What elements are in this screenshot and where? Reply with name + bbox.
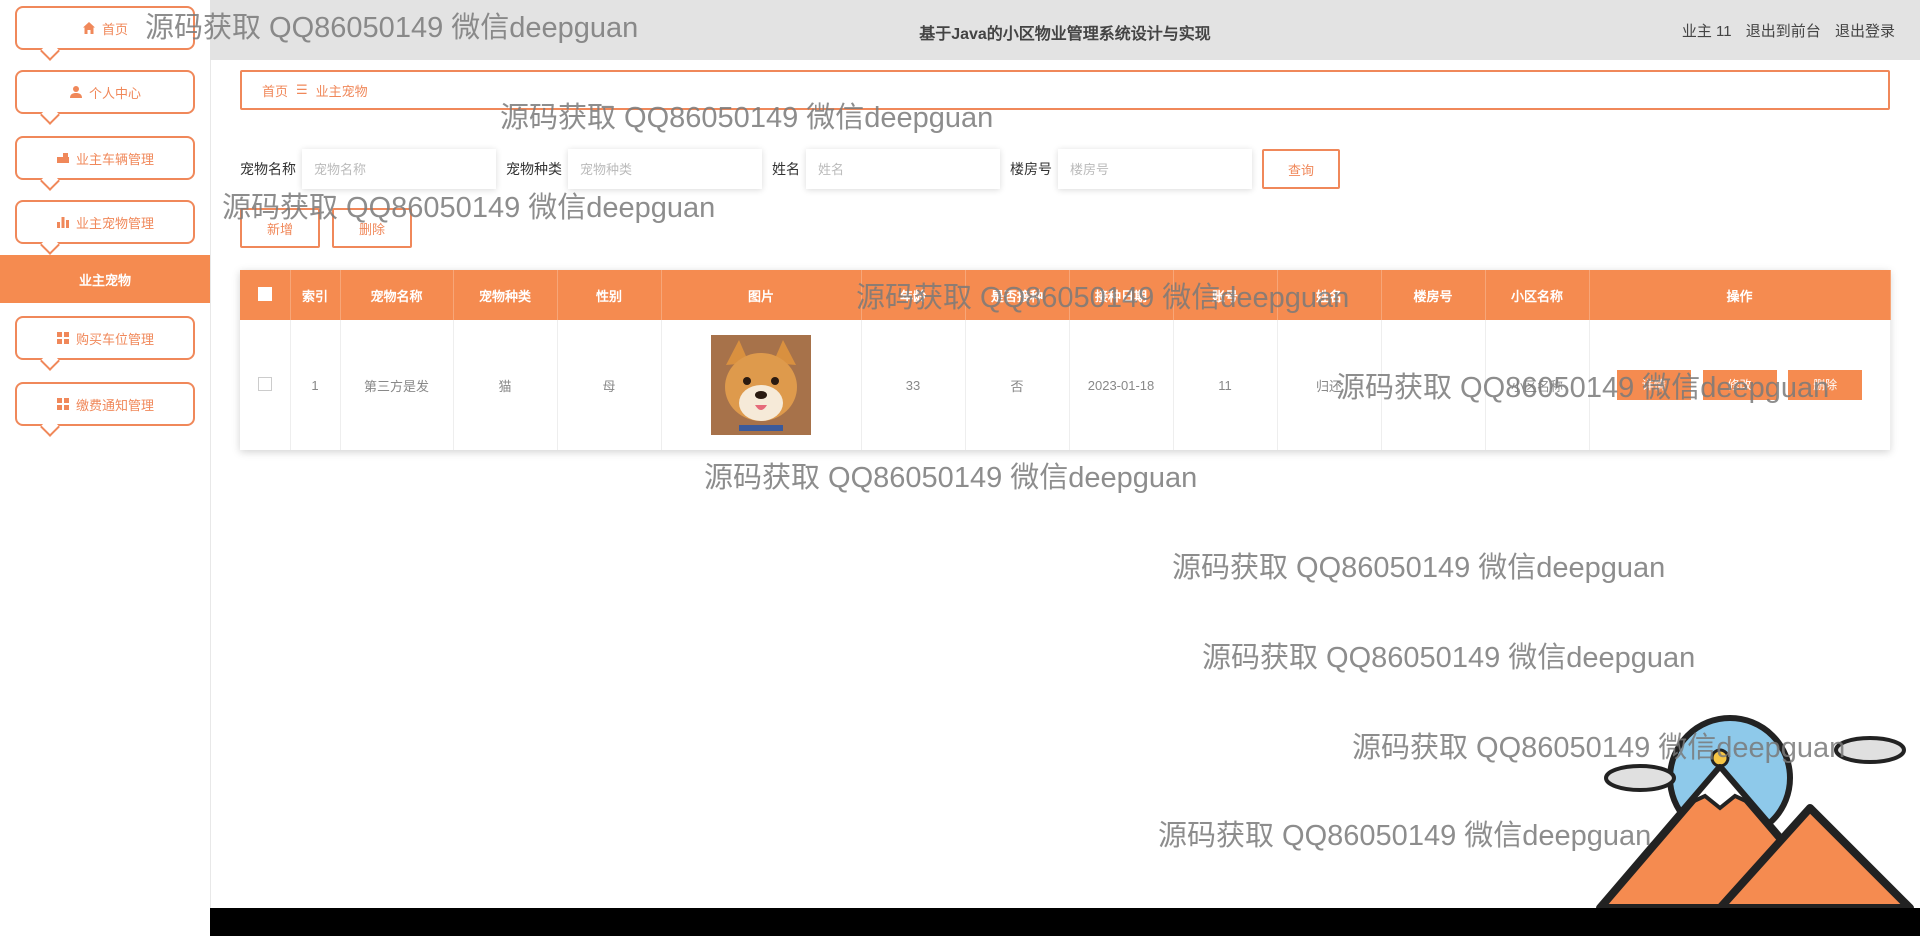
column-header: 操作 — [1589, 270, 1891, 320]
cell-building — [1381, 320, 1486, 450]
sidebar-subitem-pet[interactable]: 业主宠物 — [0, 255, 210, 303]
grid-icon — [56, 397, 70, 411]
cell-community: 小区名称 — [1485, 320, 1590, 450]
top-bar: 基于Java的小区物业管理系统设计与实现 业主 11 退出到前台 退出登录 — [210, 0, 1920, 60]
sidebar-item-fee-notice[interactable]: 缴费通知管理 — [15, 382, 195, 426]
user-label: 业主 11 — [1681, 23, 1732, 40]
column-header: 索引 — [290, 270, 341, 320]
row-delete-button[interactable]: 删除 — [1788, 370, 1863, 400]
column-header: 账号 — [1173, 270, 1278, 320]
breadcrumb: 首页 ☰ 业主宠物 — [240, 70, 1890, 110]
home-icon — [82, 21, 96, 35]
add-button[interactable]: 新增 — [240, 208, 320, 248]
breadcrumb-current: 业主宠物 — [315, 83, 368, 99]
column-header: 接种日期 — [1069, 270, 1174, 320]
sidebar: 首页 个人中心 业主车辆管理 业主宠物管理 业主宠物 购买车位管理 缴费通知管理 — [0, 0, 211, 936]
pet-kind-input[interactable] — [568, 149, 762, 189]
row-checkbox[interactable] — [257, 376, 272, 391]
grid-icon — [56, 331, 70, 345]
action-bar: 新增 删除 — [240, 208, 412, 248]
search-bar: 宠物名称 宠物种类 姓名 楼房号 查询 — [240, 148, 1341, 190]
column-header: 性别 — [557, 270, 662, 320]
bar-chart-icon — [56, 215, 70, 229]
column-header: 楼房号 — [1381, 270, 1486, 320]
page-title: 基于Java的小区物业管理系统设计与实现 — [919, 26, 1211, 43]
select-all-checkbox-cell[interactable] — [240, 270, 291, 320]
cell-account: 11 — [1173, 320, 1278, 450]
pet-name-label: 宠物名称 — [240, 161, 296, 177]
detail-button[interactable]: 详情 — [1616, 370, 1691, 400]
sidebar-item-label: 购买车位管理 — [75, 331, 154, 347]
edit-button[interactable]: 修改 — [1702, 370, 1777, 400]
mountain-illustration — [1596, 715, 1914, 908]
column-header: 年龄 — [861, 270, 966, 320]
table-row: 1 第三方是发 猫 母 33 否 2023-01-18 11 归还 小区名称 详… — [240, 320, 1891, 450]
query-button[interactable]: 查询 — [1262, 149, 1341, 189]
sidebar-item-label: 个人中心 — [88, 85, 141, 101]
column-header: 图片 — [661, 270, 862, 320]
cell-gender: 母 — [557, 320, 662, 450]
column-header: 宠物种类 — [453, 270, 558, 320]
sidebar-item-label: 业主宠物管理 — [75, 215, 154, 231]
pet-name-input[interactable] — [302, 149, 496, 189]
user-area: 业主 11 退出到前台 退出登录 — [1682, 20, 1895, 41]
car-icon — [56, 151, 70, 165]
user-icon — [69, 85, 83, 99]
watermark: 源码获取 QQ86050149 微信deepguan — [1172, 552, 1666, 584]
column-header: 宠物名称 — [340, 270, 454, 320]
owner-name-input[interactable] — [806, 149, 1000, 189]
cell-vaccine-date: 2023-01-18 — [1069, 320, 1174, 450]
sidebar-item-label: 首页 — [101, 21, 128, 37]
watermark: 源码获取 QQ86050149 微信deepguan — [1202, 642, 1696, 674]
delete-button[interactable]: 删除 — [332, 208, 412, 248]
cell-owner-name: 归还 — [1277, 320, 1382, 450]
table-header-row: 索引 宠物名称 宠物种类 性别 图片 年龄 是否接种 接种日期 账号 姓名 楼房… — [240, 270, 1891, 320]
front-link[interactable]: 退出到前台 — [1746, 23, 1821, 40]
cell-age: 33 — [861, 320, 966, 450]
sidebar-item-label: 缴费通知管理 — [75, 397, 154, 413]
cell-index: 1 — [290, 320, 341, 450]
logout-link[interactable]: 退出登录 — [1835, 23, 1895, 40]
building-label: 楼房号 — [1010, 161, 1052, 177]
pet-kind-label: 宠物种类 — [506, 161, 562, 177]
data-table: 索引 宠物名称 宠物种类 性别 图片 年龄 是否接种 接种日期 账号 姓名 楼房… — [240, 270, 1891, 450]
sidebar-item-parking[interactable]: 购买车位管理 — [15, 316, 195, 360]
column-header: 是否接种 — [965, 270, 1070, 320]
row-checkbox-cell[interactable] — [240, 320, 291, 450]
breadcrumb-home[interactable]: 首页 — [262, 81, 288, 100]
column-header: 姓名 — [1277, 270, 1382, 320]
column-header: 小区名称 — [1485, 270, 1590, 320]
building-input[interactable] — [1058, 149, 1252, 189]
sidebar-item-pet[interactable]: 业主宠物管理 — [15, 200, 195, 244]
breadcrumb-separator: ☰ — [296, 82, 308, 97]
pet-photo — [711, 335, 811, 435]
cell-pet-name: 第三方是发 — [340, 320, 454, 450]
sidebar-item-personal[interactable]: 个人中心 — [15, 70, 195, 114]
sidebar-item-home[interactable]: 首页 — [15, 6, 195, 50]
watermark: 源码获取 QQ86050149 微信deepguan — [704, 462, 1198, 494]
cell-pet-kind: 猫 — [453, 320, 558, 450]
cell-operations: 详情 修改 删除 — [1589, 320, 1891, 450]
sidebar-item-vehicle[interactable]: 业主车辆管理 — [15, 136, 195, 180]
cell-vaccinated: 否 — [965, 320, 1070, 450]
sidebar-item-label: 业主车辆管理 — [75, 151, 154, 167]
cell-image — [661, 320, 862, 450]
watermark: 源码获取 QQ86050149 微信deepguan — [1158, 820, 1652, 852]
select-all-checkbox[interactable] — [257, 286, 272, 301]
footer-bar — [210, 908, 1920, 936]
owner-name-label: 姓名 — [772, 161, 800, 177]
